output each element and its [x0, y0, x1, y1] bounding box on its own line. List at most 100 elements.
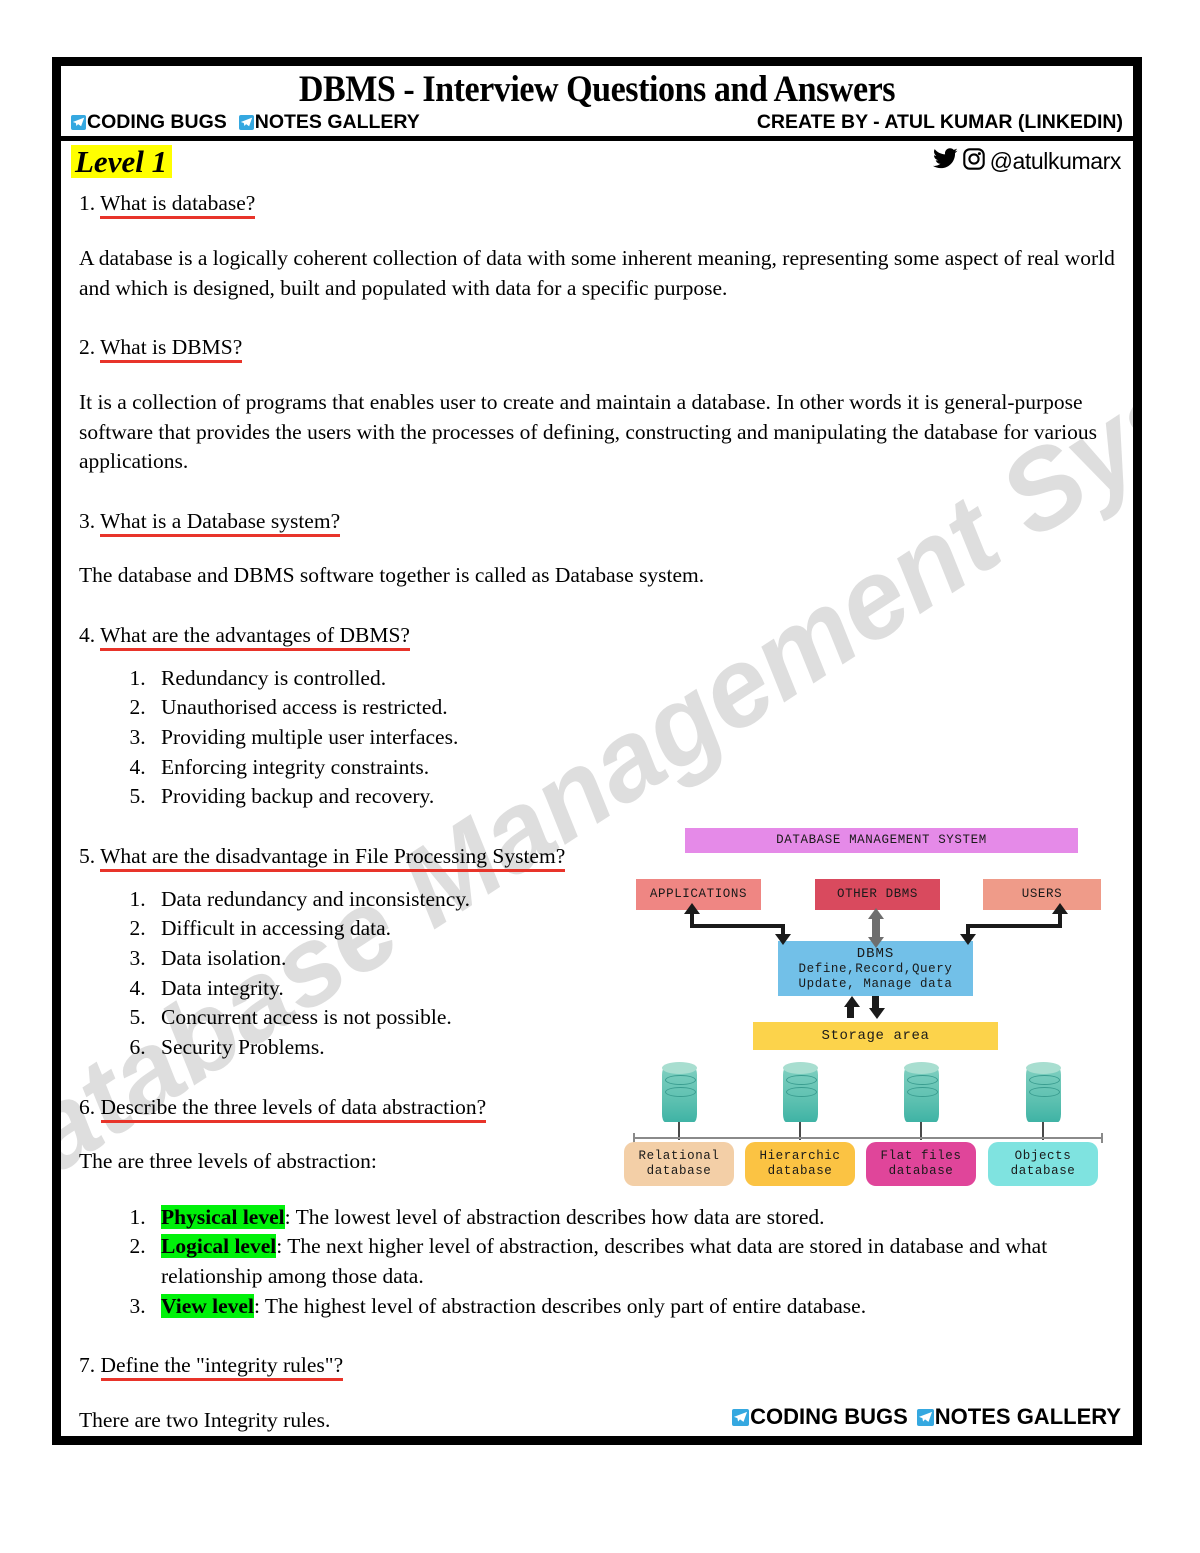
question-7: 7. Define the "integrity rules"? [79, 1351, 1115, 1382]
question-1-number: 1. [79, 191, 96, 216]
telegram-icon [732, 1408, 750, 1426]
list-item-rest: : The next higher level of abstraction, … [161, 1234, 1048, 1289]
diagram-storage-box: Storage area [753, 1022, 998, 1051]
footer-brand-2-label: NOTES GALLERY [934, 1404, 1121, 1429]
diagram-dbms-line-3: Update, Manage data [798, 976, 953, 991]
question-3-number: 3. [79, 508, 96, 533]
footer-brand: CODING BUGS NOTES GALLERY [732, 1404, 1121, 1430]
dbms-diagram: DATABASE MANAGEMENT SYSTEM APPLICATIONS … [618, 824, 1115, 1187]
database-cylinder-flat-files [904, 1062, 939, 1141]
list-item: Providing backup and recovery. [151, 782, 1115, 812]
question-5-text: What are the disadvantage in File Proces… [100, 844, 566, 873]
social-handle-label: @atulkumarx [989, 148, 1122, 175]
db-type-label-flat-files: Flat files database [866, 1142, 976, 1187]
document-header: DBMS - Interview Questions and Answers C… [61, 66, 1133, 141]
diagram-users-box: USERS [983, 879, 1101, 911]
question-3-text: What is a Database system? [100, 508, 341, 537]
advantages-list: Redundancy is controlled. Unauthorised a… [79, 664, 1115, 812]
header-brand-coding-bugs: CODING BUGS [71, 111, 227, 134]
telegram-icon [916, 1408, 934, 1426]
level-badge: Level 1 [71, 144, 173, 178]
diagram-title-box: DATABASE MANAGEMENT SYSTEM [685, 828, 1078, 854]
telegram-icon [238, 114, 254, 130]
question-4: 4. What are the advantages of DBMS? [79, 621, 1115, 652]
connector-users-up-stem [1058, 912, 1062, 927]
connector-users-horizontal [966, 924, 1062, 929]
list-item: Physical level: The lowest level of abst… [151, 1203, 1115, 1233]
list-item: View level: The highest level of abstrac… [151, 1292, 1115, 1322]
arrow-other-dbms-down [868, 937, 884, 949]
db-type-line-2: database [646, 1164, 712, 1179]
list-item: Unauthorised access is restricted. [151, 693, 1115, 723]
db-type-label-relational: Relational database [624, 1142, 734, 1187]
list-item-rest: : The highest level of abstraction descr… [253, 1293, 867, 1318]
arrow-users-in [1052, 903, 1068, 915]
arrow-applications-in [684, 903, 700, 915]
document-page: Database Management System DBMS - Interv… [61, 66, 1133, 1436]
list-item: Logical level: The next higher level of … [151, 1232, 1115, 1291]
abstraction-levels-list: Physical level: The lowest level of abst… [79, 1203, 1115, 1322]
question-2-number: 2. [79, 335, 96, 360]
question-7-text: Define the "integrity rules"? [100, 1353, 344, 1382]
footer-brand-coding-bugs: CODING BUGS [732, 1404, 908, 1430]
diagram-other-dbms-box: OTHER DBMS [815, 879, 940, 911]
question-6-number: 6. [79, 1094, 96, 1119]
list-item: Enforcing integrity constraints. [151, 753, 1115, 783]
twitter-icon [932, 148, 958, 175]
header-brand-group: CODING BUGS NOTES GALLERY [71, 111, 429, 134]
page-title: DBMS - Interview Questions and Answers [298, 69, 896, 110]
connector-applications-horizontal [690, 924, 785, 929]
footer-brand-1-label: CODING BUGS [750, 1404, 908, 1429]
diagram-dbms-line-2: Define,Record,Query [798, 962, 953, 977]
social-handles: @atulkumarx [932, 147, 1123, 176]
db-type-line-1: Hierarchic [759, 1149, 841, 1164]
dbms-architecture-figure: DATABASE MANAGEMENT SYSTEM APPLICATIONS … [618, 824, 1115, 1187]
db-type-line-1: Relational [638, 1149, 720, 1164]
diagram-dbms-box: DBMS Define,Record,Query Update, Manage … [778, 941, 973, 997]
db-type-line-2: database [1010, 1164, 1076, 1179]
diagram-dbms-line-1: DBMS [856, 946, 895, 963]
database-cylinder-hierarchic [783, 1062, 818, 1141]
question-4-number: 4. [79, 623, 96, 648]
header-brand-notes-gallery: NOTES GALLERY [238, 110, 420, 134]
header-brand-2-label: NOTES GALLERY [254, 110, 420, 133]
highlight-term: View level [161, 1293, 254, 1318]
header-brand-row: CODING BUGS NOTES GALLERY CREATE BY - AT… [71, 111, 1123, 134]
question-5-number: 5. [79, 844, 96, 869]
database-baseline [633, 1133, 1103, 1144]
question-2: 2. What is DBMS? [79, 333, 1115, 364]
db-type-label-hierarchic: Hierarchic database [745, 1142, 855, 1187]
db-type-line-2: database [888, 1164, 954, 1179]
footer-brand-notes-gallery: NOTES GALLERY [916, 1404, 1121, 1430]
document-page-frame: Database Management System DBMS - Interv… [52, 57, 1142, 1445]
database-cylinder-relational [662, 1062, 697, 1141]
level-band: Level 1 @atulkumarx [61, 140, 1133, 182]
answer-1: A database is a logically coherent colle… [79, 246, 1115, 300]
list-item: Redundancy is controlled. [151, 664, 1115, 694]
highlight-term: Logical level [161, 1234, 277, 1259]
db-type-line-1: Flat files [880, 1149, 962, 1164]
answer-2: It is a collection of programs that enab… [79, 389, 1097, 474]
arrow-applications-out [775, 934, 791, 946]
question-3: 3. What is a Database system? [79, 507, 1115, 537]
list-item: Providing multiple user interfaces. [151, 723, 1115, 753]
question-1: 1. What is database? [79, 189, 1115, 220]
answer-3: The database and DBMS software together … [79, 563, 705, 588]
db-type-line-1: Objects [1014, 1149, 1072, 1164]
telegram-icon [71, 114, 86, 130]
highlight-term: Physical level [161, 1204, 285, 1229]
database-cylinder-objects [1026, 1062, 1061, 1141]
db-type-line-2: database [767, 1164, 833, 1179]
list-item-rest: : The lowest level of abstraction descri… [284, 1204, 825, 1229]
arrow-storage-down [869, 1008, 885, 1020]
instagram-icon [962, 147, 985, 176]
arrow-other-dbms-up [868, 908, 884, 920]
question-2-text: What is DBMS? [100, 335, 243, 364]
question-6-text: Describe the three levels of data abstra… [100, 1094, 487, 1123]
header-brand-1-label: CODING BUGS [87, 110, 227, 133]
document-body: 1. What is database? A database is a log… [61, 181, 1133, 1435]
header-credit: CREATE BY - ATUL KUMAR (LINKEDIN) [756, 110, 1123, 133]
arrow-storage-up [844, 996, 860, 1008]
question-1-text: What is database? [100, 191, 256, 220]
arrow-users-out [960, 934, 976, 946]
